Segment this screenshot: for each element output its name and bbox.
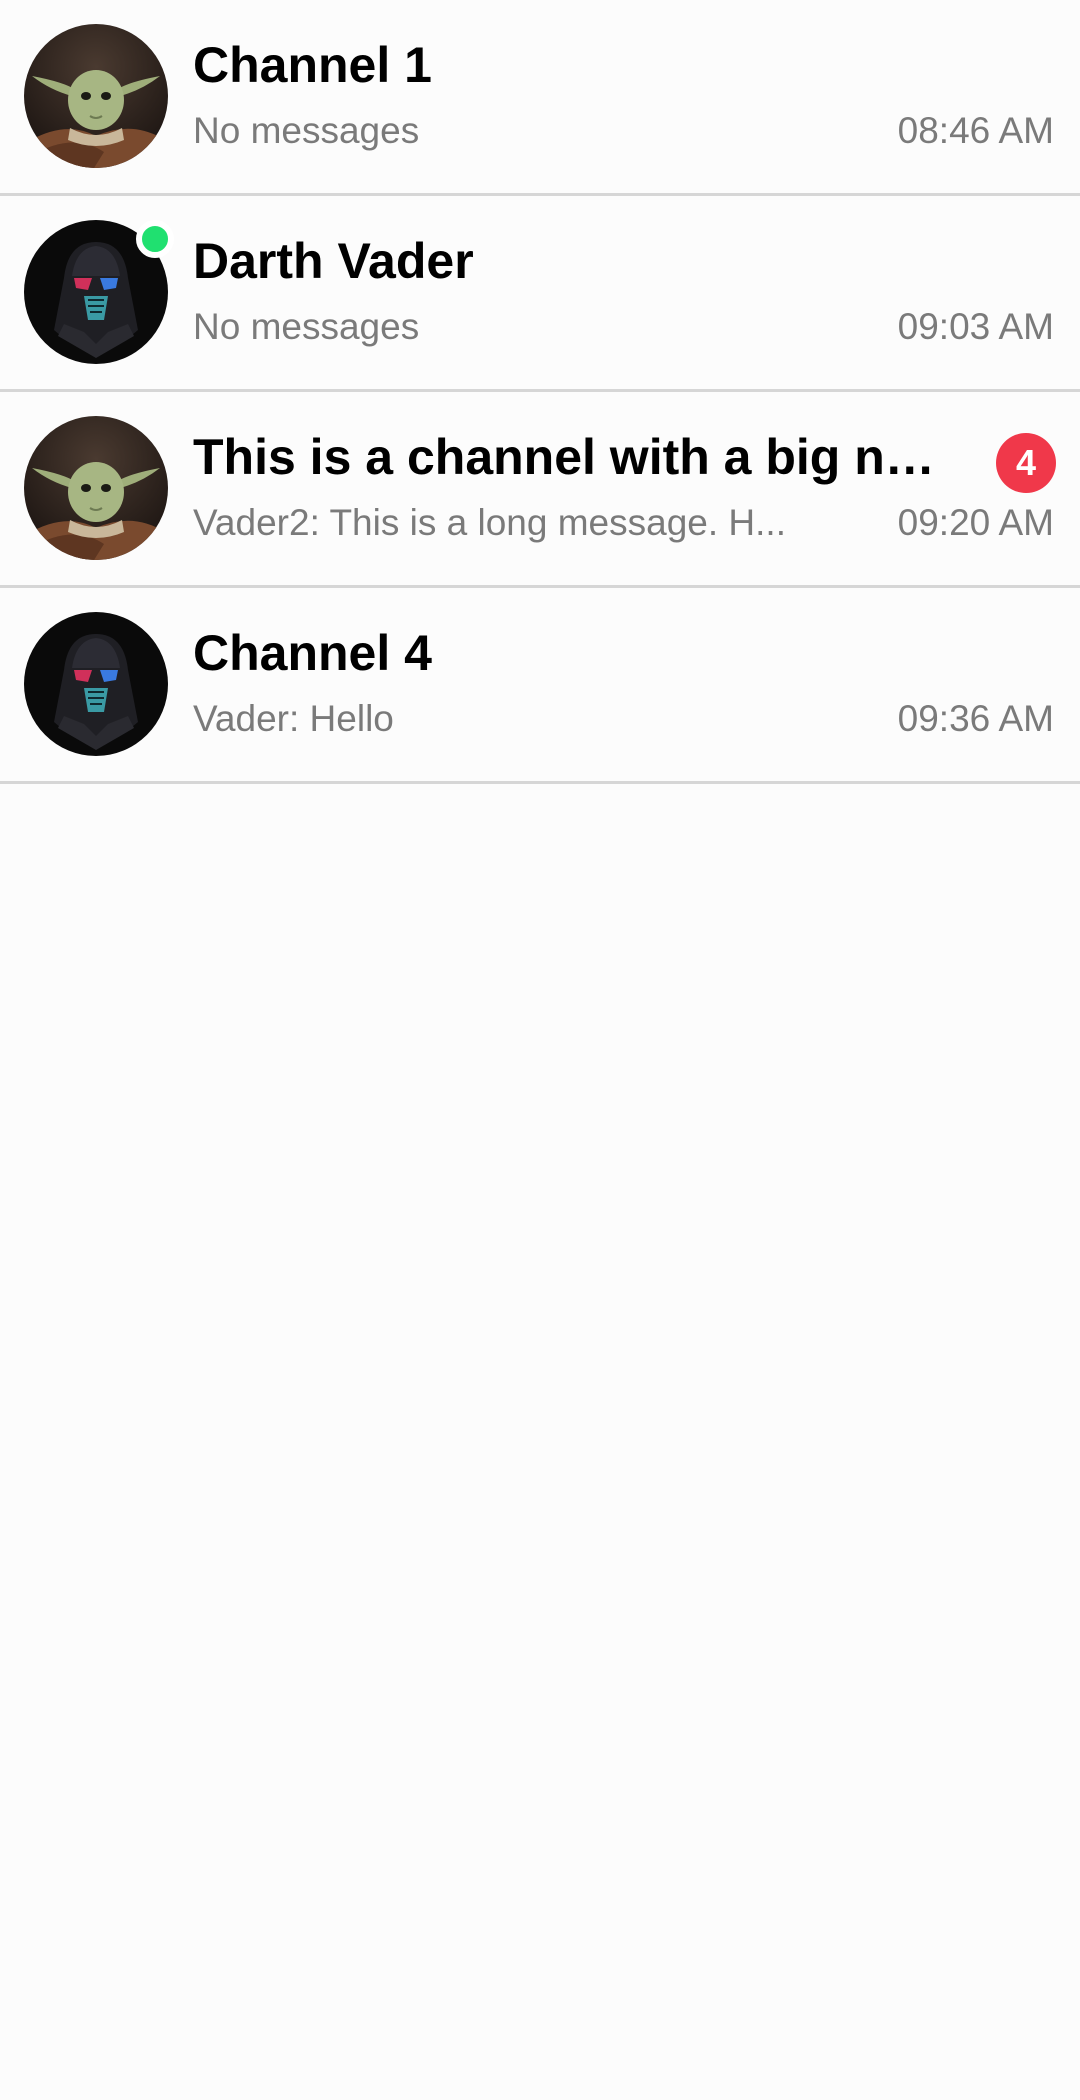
avatar: [24, 24, 168, 168]
channel-row[interactable]: This is a channel with a big na... 4 Vad…: [0, 392, 1080, 588]
message-timestamp: 09:36 AM: [897, 698, 1054, 739]
channel-title: Channel 4: [193, 625, 432, 681]
message-timestamp: 09:20 AM: [897, 502, 1054, 543]
last-message-preview: Vader2: This is a long message. H...: [193, 502, 786, 543]
channel-row[interactable]: Channel 4 Vader: Hello 09:36 AM: [0, 588, 1080, 784]
channel-list: Channel 1 No messages 08:46 AM Darth Vad…: [0, 0, 1080, 784]
channel-row[interactable]: Channel 1 No messages 08:46 AM: [0, 0, 1080, 196]
avatar: [24, 416, 168, 560]
message-timestamp: 08:46 AM: [897, 110, 1054, 151]
channel-title: This is a channel with a big na...: [193, 429, 953, 485]
channel-row[interactable]: Darth Vader No messages 09:03 AM: [0, 196, 1080, 392]
vader-avatar-icon: [24, 612, 168, 756]
yoda-avatar-icon: [24, 416, 168, 560]
last-message-preview: No messages: [193, 306, 420, 347]
avatar: [24, 220, 174, 364]
unread-count-badge: 4: [996, 433, 1056, 493]
online-status-indicator: [136, 220, 174, 258]
message-timestamp: 09:03 AM: [897, 306, 1054, 347]
channel-title: Channel 1: [193, 37, 432, 93]
avatar: [24, 612, 168, 756]
last-message-preview: No messages: [193, 110, 420, 151]
yoda-avatar-icon: [24, 24, 168, 168]
last-message-preview: Vader: Hello: [193, 698, 394, 739]
channel-title: Darth Vader: [193, 233, 474, 289]
